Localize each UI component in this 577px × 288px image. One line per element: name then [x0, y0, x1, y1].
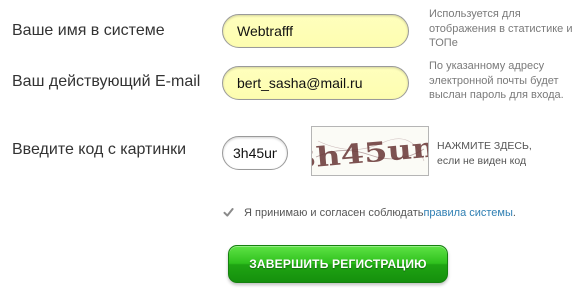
captcha-refresh-line1[interactable]: НАЖМИТЕ ЗДЕСЬ,	[437, 139, 532, 154]
rules-link[interactable]: правила системы	[423, 207, 512, 219]
username-label: Ваше имя в системе	[12, 22, 165, 39]
captcha-image-graphic: 3h45um	[291, 127, 449, 176]
captcha-input[interactable]	[222, 136, 288, 170]
email-input[interactable]	[222, 66, 409, 100]
username-hint: Используется для отображения в статистик…	[429, 8, 573, 49]
submit-registration-button[interactable]: ЗАВЕРШИТЬ РЕГИСТРАЦИЮ	[228, 245, 448, 283]
captcha-refresh-line2[interactable]: если не виден код	[437, 154, 532, 169]
username-input[interactable]	[222, 14, 409, 48]
agreement-text: Я принимаю и согласен соблюдать	[244, 206, 424, 219]
agreement-row: Я принимаю и согласен соблюдать правила …	[222, 206, 516, 219]
email-hint: По указанному адресу электронной почты б…	[429, 60, 564, 101]
captcha-refresh-link[interactable]: НАЖМИТЕ ЗДЕСЬ, если не виден код	[437, 139, 532, 169]
email-label: Ваш действующий E-mail	[12, 73, 201, 90]
agreement-checkbox[interactable]	[222, 206, 235, 219]
agreement-suffix: .	[512, 206, 516, 219]
checkmark-icon	[223, 208, 234, 217]
captcha-label: Введите код с картинки	[12, 141, 187, 158]
captcha-image: 3h45um	[291, 126, 449, 176]
